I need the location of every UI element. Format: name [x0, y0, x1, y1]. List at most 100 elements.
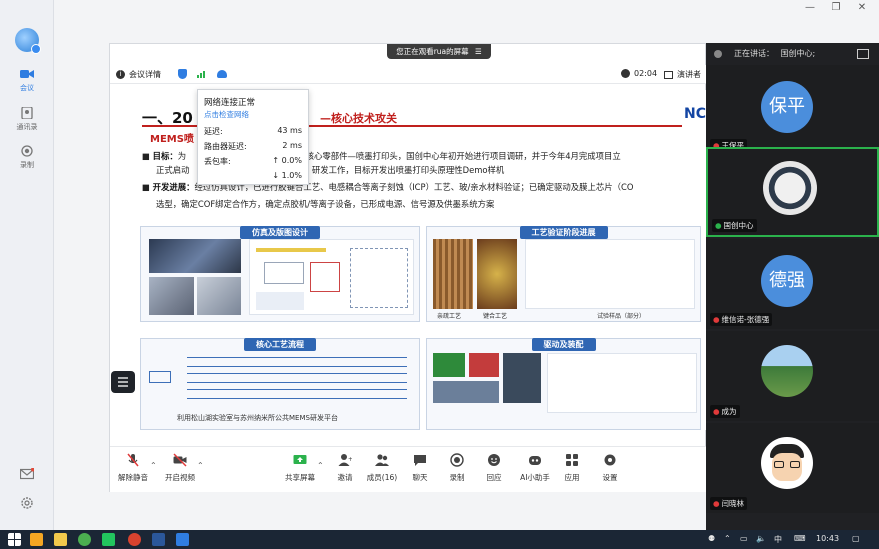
- video-panel: 正在讲话： 国创中心; 保平 ● 王保平 ● 国创中心 德强 ● 维信诺-张德强 ● 成…: [706, 43, 879, 530]
- menu-icon[interactable]: ☰: [475, 47, 482, 56]
- chevron-up-icon[interactable]: ⌃: [197, 461, 204, 470]
- unmute-button[interactable]: 解除静音: [111, 453, 155, 483]
- participant-tile[interactable]: ● 闫晓林: [706, 423, 879, 513]
- network-icon[interactable]: [217, 70, 227, 78]
- chevron-up-icon[interactable]: ⌃: [317, 461, 324, 470]
- meeting-toolbar: 解除静音 开启视频 共享屏幕 + 邀请 成员(16) 聊天 录制 回应 AI小助…: [110, 446, 706, 492]
- rail-item-contacts[interactable]: 通讯录: [0, 107, 54, 132]
- sim-image: [149, 277, 194, 315]
- windows-start-icon[interactable]: [8, 533, 21, 546]
- progress-paragraph-cont: 选型，确定COF绑定合作方，确定点胶机/等离子设备，已形成电源、信号源及供墨系统…: [156, 197, 706, 211]
- platform-caption: 利用松山湖实验室与苏州纳米所公共MEMS研发平台: [177, 414, 338, 422]
- progress-text: 选型，确定COF绑定合作方，确定点胶机/等离子设备，已形成电源、信号源及供墨系统…: [156, 199, 495, 209]
- viewing-banner[interactable]: 您正在观看rua的屏幕 ☰: [387, 44, 491, 59]
- camera-off-icon: [173, 453, 187, 467]
- participant-name: 闫晓林: [721, 499, 745, 508]
- panel-title: 驱动及装配: [531, 338, 596, 351]
- settings-icon: [604, 454, 616, 466]
- assembly-photo: [469, 353, 499, 377]
- share-screen-button[interactable]: 共享屏幕: [278, 453, 322, 483]
- members-icon: [375, 454, 389, 466]
- slide-logo: NC: [684, 106, 706, 122]
- record-icon: [450, 453, 464, 467]
- settings-button[interactable]: 设置: [588, 453, 632, 483]
- slide-subtitle: —核心技术攻关: [320, 112, 397, 125]
- toolbar-label: 共享屏幕: [285, 473, 315, 482]
- row-value: ↑ 0.0%: [272, 156, 302, 165]
- row-value: 43 ms: [277, 126, 302, 135]
- process-flow-diagram: [149, 353, 413, 409]
- clock-text[interactable]: 10:43: [816, 534, 839, 543]
- input-method-indicator[interactable]: 中: [774, 534, 782, 545]
- speaker-view-button[interactable]: 演讲者: [664, 69, 701, 80]
- panel-drive-assembly: 驱动及装配: [426, 338, 701, 430]
- ai-assistant-icon: [529, 456, 541, 465]
- meeting-details-label: 会议详情: [129, 70, 161, 79]
- participant-name: 维信诺-张德强: [721, 315, 770, 324]
- timer-text: 02:04: [634, 69, 658, 78]
- green-app-icon[interactable]: [78, 533, 91, 546]
- shield-icon[interactable]: [178, 69, 187, 79]
- mic-muted-icon: ●: [713, 407, 720, 416]
- word-icon[interactable]: [152, 533, 165, 546]
- meeting-app-icon[interactable]: [176, 533, 189, 546]
- row-label: 路由器延迟:: [204, 142, 247, 151]
- participant-name: 成为: [721, 407, 737, 416]
- toolbar-label: 解除静音: [118, 473, 148, 482]
- gear-icon[interactable]: [20, 496, 34, 510]
- network-tray-icon[interactable]: ▭: [740, 534, 748, 543]
- pdf-icon[interactable]: [128, 533, 141, 546]
- rail-item-label: 会议: [20, 84, 34, 92]
- panel-process-verification: 工艺验证阶段进展 亲疏工艺 键合工艺 试验样品（部分）: [426, 226, 701, 322]
- grid-icon: [664, 70, 673, 79]
- chevron-up-icon[interactable]: ⌃: [150, 461, 157, 470]
- panel-simulation-layout: 仿真及版图设计: [140, 226, 420, 322]
- router-latency-row: 路由器延迟: 2 ms: [204, 141, 302, 152]
- minimize-icon[interactable]: —: [799, 1, 821, 15]
- close-icon[interactable]: ✕: [851, 1, 873, 15]
- rail-item-label: 通讯录: [16, 123, 38, 131]
- mic-muted-icon: [127, 453, 139, 467]
- network-status-text: 网络连接正常: [204, 98, 256, 108]
- apps-icon: [566, 454, 578, 466]
- info-icon: i: [116, 70, 125, 79]
- rail-item-meeting[interactable]: 会议: [0, 68, 54, 93]
- tray-chevron-icon[interactable]: ⌃: [724, 534, 731, 543]
- keyboard-icon[interactable]: ⌨: [794, 534, 806, 543]
- participant-tile-active[interactable]: ● 国创中心: [706, 147, 879, 237]
- rail-item-record[interactable]: 录制: [0, 145, 54, 170]
- participant-avatar: 德强: [761, 255, 813, 307]
- sim-image: [197, 277, 241, 315]
- speaker-avatar-icon: [714, 50, 722, 58]
- wechat-icon[interactable]: [102, 533, 115, 546]
- layout-diagram: [249, 239, 414, 315]
- meeting-details-button[interactable]: i 会议详情: [116, 69, 161, 80]
- star-app-icon[interactable]: [30, 533, 43, 546]
- panel-title: 工艺验证阶段进展: [519, 226, 608, 239]
- progress-label: 开发进展：: [152, 182, 195, 192]
- chat-icon: [414, 455, 426, 466]
- people-icon[interactable]: ⚉: [708, 534, 715, 543]
- check-network-link[interactable]: 点击检查网络: [204, 109, 302, 120]
- user-avatar[interactable]: [15, 28, 41, 54]
- notification-icon[interactable]: ▢: [852, 534, 860, 543]
- row-label: 延迟:: [204, 127, 223, 136]
- participant-tile[interactable]: 保平 ● 王保平: [706, 65, 879, 155]
- start-video-button[interactable]: 开启视频: [158, 453, 202, 483]
- volume-icon[interactable]: 🔈: [756, 534, 766, 543]
- participant-tile[interactable]: ● 成为: [706, 331, 879, 421]
- signal-icon[interactable]: [197, 70, 205, 78]
- layout-icon[interactable]: [857, 49, 869, 59]
- slide-outline-button[interactable]: [111, 371, 135, 393]
- caption-text: 亲疏工艺: [437, 313, 462, 320]
- mic-muted-icon: ●: [713, 499, 720, 508]
- participant-tile[interactable]: 德强 ● 维信诺-张德强: [706, 239, 879, 329]
- speaking-indicator: 正在讲话： 国创中心;: [706, 43, 879, 65]
- goal-text: 为: [177, 151, 187, 161]
- reaction-button[interactable]: 回应: [472, 453, 516, 483]
- toolbar-label: 设置: [602, 473, 618, 482]
- process-photo: [433, 239, 473, 309]
- folder-icon[interactable]: [54, 533, 67, 546]
- maximize-icon[interactable]: ❐: [825, 1, 847, 15]
- mail-icon[interactable]: [20, 468, 34, 480]
